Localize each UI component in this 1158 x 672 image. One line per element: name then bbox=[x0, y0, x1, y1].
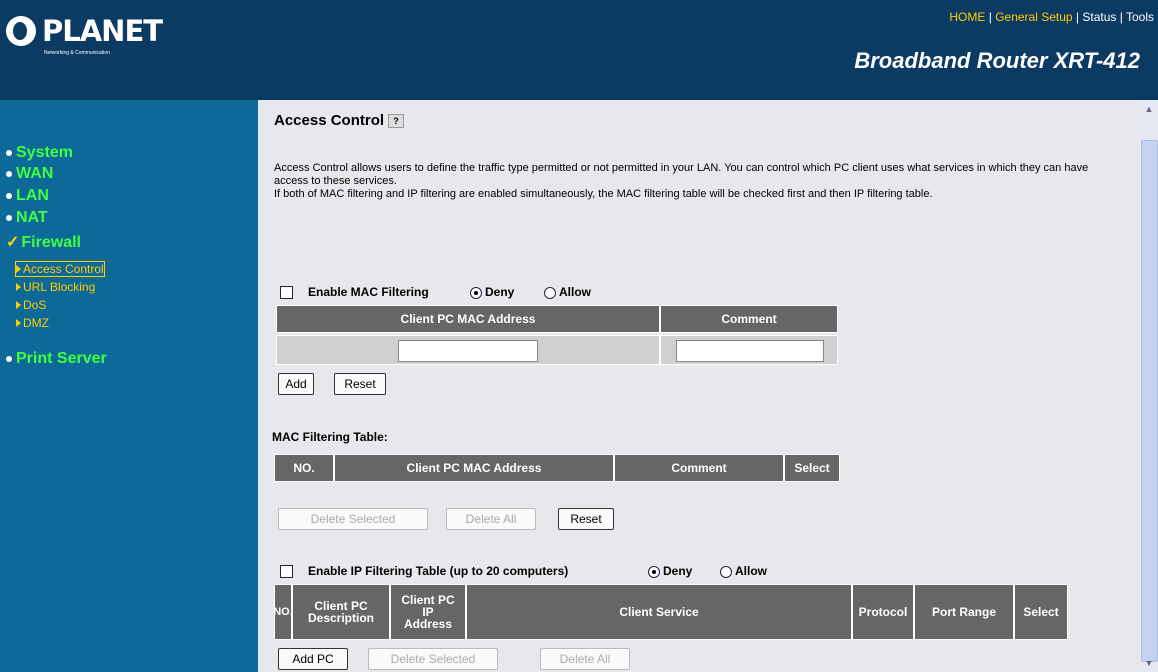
sidebar-item-system[interactable]: System bbox=[6, 144, 73, 162]
sidebar-item-lan[interactable]: LAN bbox=[6, 187, 49, 205]
delete-all-button[interactable]: Delete All bbox=[446, 508, 536, 530]
ip-address-col-header: Client PC IP Address bbox=[390, 584, 466, 640]
comment-col-header: Comment bbox=[614, 454, 784, 482]
arrow-right-icon bbox=[16, 283, 21, 291]
enable-ip-filtering-label: Enable IP Filtering Table (up to 20 comp… bbox=[308, 564, 569, 578]
mac-allow-label: Allow bbox=[559, 285, 591, 299]
ip-deny-option[interactable]: Deny bbox=[648, 564, 692, 578]
mac-col-header: Client PC MAC Address bbox=[276, 305, 660, 333]
port-range-col-header: Port Range bbox=[914, 584, 1014, 640]
sidebar-item-label: LAN bbox=[16, 187, 49, 204]
bullet-icon bbox=[6, 192, 12, 199]
sidebar-subitem-access-control[interactable]: Access Control bbox=[15, 261, 105, 277]
page-title: Access Control? bbox=[274, 112, 405, 129]
ip-allow-label: Allow bbox=[735, 564, 767, 578]
description-col-header: Client PC Description bbox=[292, 584, 390, 640]
sidebar-item-label: Firewall bbox=[21, 234, 81, 251]
sidebar-subitem-dos[interactable]: DoS bbox=[16, 298, 46, 312]
nav-general-setup-link[interactable]: General Setup bbox=[995, 10, 1072, 24]
mac-deny-radio[interactable] bbox=[470, 286, 482, 299]
mac-address-input[interactable] bbox=[398, 340, 538, 362]
help-icon[interactable]: ? bbox=[388, 114, 405, 129]
sidebar-item-wan[interactable]: WAN bbox=[6, 165, 53, 183]
enable-mac-filtering-checkbox[interactable] bbox=[280, 286, 293, 299]
scroll-up-icon[interactable]: ▲ bbox=[1140, 100, 1158, 118]
enable-ip-filtering-checkbox[interactable] bbox=[280, 565, 293, 578]
client-service-col-header: Client Service bbox=[466, 584, 852, 640]
no-col-header: NO. bbox=[273, 584, 293, 640]
header-line: Address bbox=[403, 617, 453, 631]
top-nav: HOME | General Setup | Status | Tools bbox=[949, 10, 1154, 24]
sidebar-subitem-label: DMZ bbox=[23, 316, 49, 330]
sidebar-item-label: Print Server bbox=[16, 350, 107, 367]
arrow-right-icon bbox=[16, 301, 21, 309]
nav-separator: | bbox=[1116, 10, 1126, 24]
nav-status-link[interactable]: Status bbox=[1082, 10, 1116, 24]
mac-deny-option[interactable]: Deny bbox=[470, 285, 514, 299]
planet-logo: PLANET Networking & Communication bbox=[6, 14, 196, 66]
nav-home-link[interactable]: HOME bbox=[949, 10, 985, 24]
comment-col-header: Comment bbox=[660, 305, 838, 333]
sidebar-item-nat[interactable]: NAT bbox=[6, 209, 48, 227]
description-2: If both of MAC filtering and IP filterin… bbox=[274, 188, 933, 200]
add-button[interactable]: Add bbox=[278, 373, 314, 395]
mac-deny-label: Deny bbox=[485, 285, 515, 299]
reset-button[interactable]: Reset bbox=[334, 373, 386, 395]
mac-allow-option[interactable]: Allow bbox=[544, 285, 591, 299]
sidebar-item-print-server[interactable]: Print Server bbox=[6, 350, 107, 368]
sidebar-item-label: System bbox=[16, 144, 73, 161]
nav-separator: | bbox=[985, 10, 996, 24]
header-line: Description bbox=[307, 611, 374, 625]
product-name: Broadband Router XRT-412 bbox=[854, 48, 1140, 73]
bullet-icon bbox=[6, 355, 12, 362]
bullet-icon bbox=[6, 214, 12, 221]
nav-separator: | bbox=[1072, 10, 1083, 24]
select-col-header: Select bbox=[784, 454, 840, 482]
logo-brand: PLANET bbox=[42, 14, 163, 48]
sidebar-subitem-url-blocking[interactable]: URL Blocking bbox=[16, 280, 95, 294]
select-col-header: Select bbox=[1014, 584, 1068, 640]
no-col-header: NO. bbox=[274, 454, 334, 482]
sidebar-item-label: NAT bbox=[16, 209, 48, 226]
bullet-icon bbox=[6, 170, 12, 177]
mac-filtering-table-title: MAC Filtering Table: bbox=[272, 430, 388, 444]
logo-mark-icon bbox=[6, 16, 36, 46]
vertical-scrollbar[interactable]: ▲ ▼ bbox=[1140, 100, 1158, 672]
logo-tagline: Networking & Communication bbox=[44, 50, 110, 56]
comment-input[interactable] bbox=[676, 340, 824, 362]
add-pc-button[interactable]: Add PC bbox=[278, 648, 348, 670]
nav-tools-link[interactable]: Tools bbox=[1126, 10, 1154, 24]
ip-deny-radio[interactable] bbox=[648, 565, 660, 578]
ip-allow-radio[interactable] bbox=[720, 565, 732, 578]
enable-mac-filtering-label: Enable MAC Filtering bbox=[308, 285, 429, 299]
header-banner: PLANET Networking & Communication HOME |… bbox=[0, 0, 1158, 100]
bullet-icon bbox=[6, 149, 12, 156]
sidebar: System WAN LAN NAT ✓ Firewall Access Cont… bbox=[0, 100, 258, 672]
sidebar-subitem-label: DoS bbox=[23, 298, 47, 312]
sidebar-item-firewall[interactable]: ✓ Firewall bbox=[6, 232, 81, 252]
delete-selected-button[interactable]: Delete Selected bbox=[368, 648, 498, 670]
delete-selected-button[interactable]: Delete Selected bbox=[278, 508, 428, 530]
page-title-text: Access Control bbox=[274, 112, 385, 129]
arrow-right-icon bbox=[16, 319, 21, 327]
reset-button[interactable]: Reset bbox=[558, 508, 614, 530]
checkmark-icon: ✓ bbox=[6, 234, 20, 251]
mac-col-header: Client PC MAC Address bbox=[334, 454, 614, 482]
description-1: Access Control allows users to define th… bbox=[274, 162, 1089, 187]
ip-deny-label: Deny bbox=[663, 564, 693, 578]
scroll-down-icon[interactable]: ▼ bbox=[1140, 654, 1158, 672]
protocol-col-header: Protocol bbox=[852, 584, 914, 640]
sidebar-subitem-label: URL Blocking bbox=[23, 280, 96, 294]
delete-all-button[interactable]: Delete All bbox=[540, 648, 630, 670]
mac-allow-radio[interactable] bbox=[544, 286, 556, 299]
ip-allow-option[interactable]: Allow bbox=[720, 564, 767, 578]
sidebar-subitem-dmz[interactable]: DMZ bbox=[16, 316, 49, 330]
sidebar-subitem-label: Access Control bbox=[23, 262, 104, 276]
main-content: Access Control? Access Control allows us… bbox=[258, 100, 1140, 672]
sidebar-item-label: WAN bbox=[16, 165, 54, 182]
scrollbar-thumb[interactable] bbox=[1141, 140, 1158, 662]
arrow-right-icon bbox=[16, 265, 21, 273]
